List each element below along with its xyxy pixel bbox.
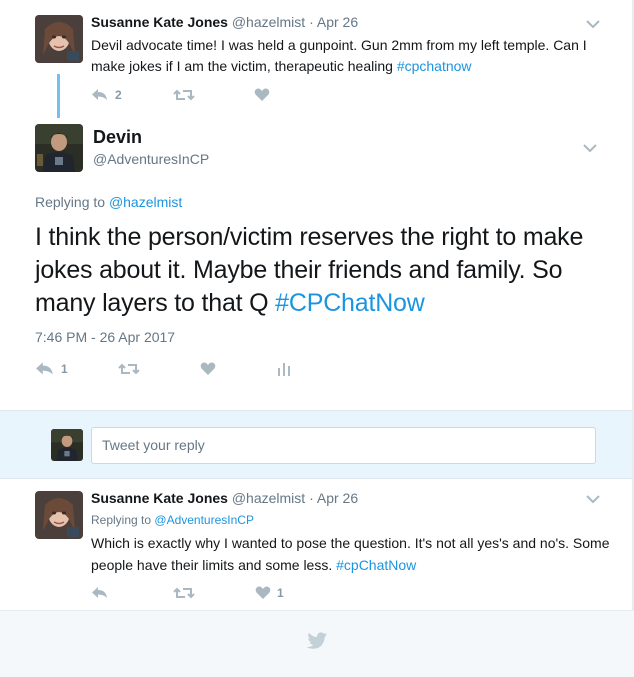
tweet-actions: 1 <box>91 584 311 602</box>
reply-count: 1 <box>61 362 68 376</box>
tweet-text: I think the person/victim reserves the r… <box>35 223 584 317</box>
reply-composer: Tweet your reply <box>0 410 634 479</box>
hashtag-link[interactable]: #cpChatNow <box>336 557 416 573</box>
like-button[interactable] <box>254 86 270 104</box>
tweet-actions: 2 <box>91 86 291 104</box>
avatar[interactable] <box>35 124 83 172</box>
chevron-down-icon[interactable] <box>582 142 598 154</box>
retweet-button[interactable] <box>173 584 195 602</box>
retweet-icon <box>173 89 195 101</box>
author-name[interactable]: Susanne Kate Jones <box>91 490 228 506</box>
timeline-footer <box>0 610 634 677</box>
replying-to-link[interactable]: @hazelmist <box>109 194 182 210</box>
reply-icon <box>92 89 107 100</box>
reply-icon <box>36 362 53 375</box>
tweet-text: Devil advocate time! I was held a gunpoi… <box>91 37 587 74</box>
author-name[interactable]: Susanne Kate Jones <box>91 14 228 30</box>
analytics-button[interactable] <box>277 360 291 378</box>
like-count: 1 <box>277 586 284 600</box>
retweet-icon <box>118 363 140 375</box>
author-handle[interactable]: @hazelmist <box>232 490 305 506</box>
retweet-button[interactable] <box>173 86 195 104</box>
author-handle[interactable]: @AdventuresInCP <box>93 151 209 167</box>
chevron-down-icon[interactable] <box>585 493 601 505</box>
reply-tweet-header: Susanne Kate Jones @hazelmist · Apr 26 <box>91 490 359 506</box>
tweet-date[interactable]: Apr 26 <box>317 14 358 30</box>
parent-tweet[interactable]: Susanne Kate Jones @hazelmist · Apr 26 D… <box>0 0 634 110</box>
reply-icon <box>92 587 107 598</box>
retweet-icon <box>173 587 195 599</box>
twitter-bird-icon <box>306 632 327 649</box>
parent-tweet-header: Susanne Kate Jones @hazelmist · Apr 26 <box>91 14 359 30</box>
replying-to: Replying to @hazelmist <box>35 194 183 210</box>
reply-button[interactable]: 2 <box>91 86 122 104</box>
avatar[interactable] <box>35 15 83 63</box>
replying-to: Replying to @AdventuresInCP <box>91 513 254 527</box>
like-icon <box>200 362 216 375</box>
tweet-text: Which is exactly why I wanted to pose th… <box>91 535 610 573</box>
avatar <box>51 429 83 461</box>
hashtag-link[interactable]: #CPChatNow <box>275 289 425 317</box>
analytics-icon <box>278 363 290 376</box>
like-button[interactable] <box>200 360 216 378</box>
hashtag-link[interactable]: #cpchatnow <box>397 58 472 74</box>
like-icon <box>254 88 270 101</box>
retweet-button[interactable] <box>118 360 140 378</box>
reply-count: 2 <box>115 88 122 102</box>
reply-button[interactable] <box>91 584 109 602</box>
tweet-timestamp[interactable]: 7:46 PM - 26 Apr 2017 <box>35 329 175 345</box>
thread-connector <box>57 74 60 118</box>
author-handle[interactable]: @hazelmist <box>232 14 305 30</box>
replying-to-link[interactable]: @AdventuresInCP <box>154 513 254 527</box>
reply-button[interactable]: 1 <box>35 360 68 378</box>
author-name[interactable]: Devin <box>93 127 142 148</box>
avatar[interactable] <box>35 491 83 539</box>
reply-input[interactable]: Tweet your reply <box>91 427 596 464</box>
tweet-date[interactable]: Apr 26 <box>317 490 358 506</box>
tweet-actions: 1 <box>35 360 315 378</box>
chevron-down-icon[interactable] <box>585 18 601 30</box>
like-button[interactable]: 1 <box>255 584 284 602</box>
like-icon <box>255 586 271 599</box>
